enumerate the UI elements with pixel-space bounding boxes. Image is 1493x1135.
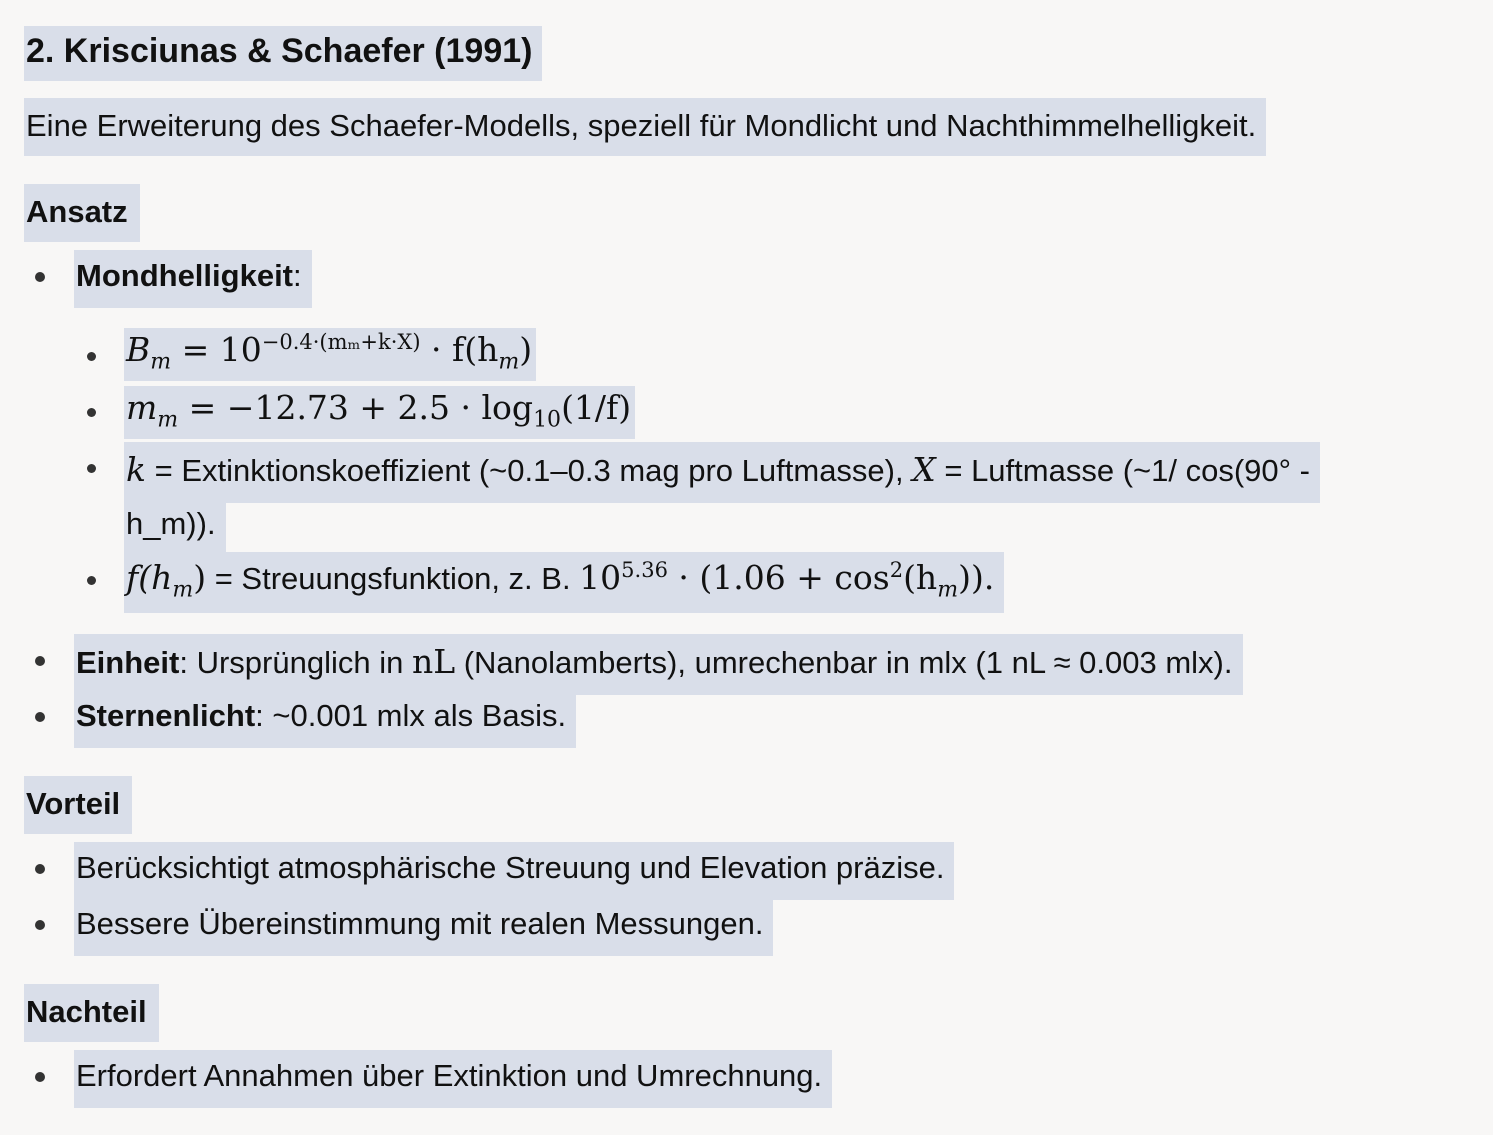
subscript-m: m xyxy=(150,349,172,375)
list-item-moon: Mondhelligkeit: xyxy=(74,250,312,308)
symbol-m: m xyxy=(126,388,158,427)
formula-moon-brightness: Bm = 10−0.4·(mₘ+k·X) · f(hm) xyxy=(124,328,537,381)
formula-tail: (1/f) xyxy=(561,388,632,427)
section-heading: 2. Krisciunas & Schaefer (1991) xyxy=(24,26,543,81)
list-item-advantage: Berücksichtigt atmosphärische Streuung u… xyxy=(74,842,955,900)
extinction-text: = Extinktionskoeffizient (~0.1–0.3 mag p… xyxy=(146,453,913,488)
list-item-advantage: Bessere Übereinstimmung mit realen Messu… xyxy=(74,898,774,956)
log-base: 10 xyxy=(533,407,562,433)
moon-label: Mondhelligkeit xyxy=(76,258,293,293)
symbol-x: X xyxy=(912,450,936,489)
unit-math: nL xyxy=(411,642,456,681)
bullet-icon xyxy=(35,656,45,666)
bullet-icon xyxy=(87,352,96,361)
list-item-extinction-continued: h_m)). xyxy=(124,498,226,556)
formula-rest: · f(h xyxy=(420,330,499,369)
document: 2. Krisciunas & Schaefer (1991) Eine Erw… xyxy=(0,0,1493,1135)
formula-tail: (h xyxy=(903,558,938,597)
unit-text-rest: (Nanolamberts), umrechenbar in mlx (1 nL… xyxy=(455,645,1233,680)
bullet-icon xyxy=(35,864,45,874)
bullet-icon xyxy=(35,272,45,282)
formula-moon-magnitude: mm = −12.73 + 2.5 · log10(1/f) xyxy=(124,386,636,439)
formula-close: ) xyxy=(519,330,533,369)
bullet-icon xyxy=(87,576,96,585)
bullet-icon xyxy=(35,1072,45,1082)
formula-exponent: −0.4·(mₘ+k·X) xyxy=(261,330,421,354)
formula-tail: · (1.06 + cos xyxy=(667,558,890,597)
nachteil-heading: Nachteil xyxy=(24,984,159,1042)
starlight-label: Sternenlicht xyxy=(76,698,256,733)
bullet-icon xyxy=(87,464,96,473)
airmass-text: = Luftmasse (~1/ cos(90° - xyxy=(935,453,1310,488)
vorteil-heading: Vorteil xyxy=(24,776,133,834)
bullet-icon xyxy=(35,920,45,930)
ansatz-heading: Ansatz xyxy=(24,184,140,242)
subscript-m: m xyxy=(498,349,520,375)
bullet-icon xyxy=(35,712,45,722)
list-item-extinction: k = Extinktionskoeffizient (~0.1–0.3 mag… xyxy=(124,442,1320,503)
symbol-f: f(h xyxy=(126,558,173,597)
power-exponent: 5.36 xyxy=(621,558,668,582)
subscript-m: m xyxy=(172,577,194,603)
formula-equals: = 10 xyxy=(171,330,262,369)
subscript-m: m xyxy=(157,407,179,433)
formula-tail: )). xyxy=(958,558,995,597)
symbol-b: B xyxy=(126,330,151,369)
power-base: 10 xyxy=(579,558,622,597)
formula-close: ) xyxy=(193,558,207,597)
list-item-unit: Einheit: Ursprünglich in nL (Nanolambert… xyxy=(74,634,1243,695)
subscript-m: m xyxy=(937,577,959,603)
unit-text: : Ursprünglich in xyxy=(179,645,412,680)
moon-colon: : xyxy=(293,258,302,293)
scatter-text: = Streuungsfunktion, z. B. xyxy=(206,561,580,596)
list-item-starlight: Sternenlicht: ~0.001 mlx als Basis. xyxy=(74,690,577,748)
unit-label: Einheit xyxy=(76,645,180,680)
list-item-scatter-function: f(hm) = Streuungsfunktion, z. B. 105.36 … xyxy=(124,552,1005,613)
list-item-disadvantage: Erfordert Annahmen über Extinktion und U… xyxy=(74,1050,833,1108)
bullet-icon xyxy=(87,408,96,417)
formula-middle: = −12.73 + 2.5 · log xyxy=(178,388,534,427)
symbol-k: k xyxy=(126,450,146,489)
starlight-text: : ~0.001 mlx als Basis. xyxy=(255,698,567,733)
square-exponent: 2 xyxy=(889,558,904,582)
intro-paragraph: Eine Erweiterung des Schaefer-Modells, s… xyxy=(24,98,1267,156)
